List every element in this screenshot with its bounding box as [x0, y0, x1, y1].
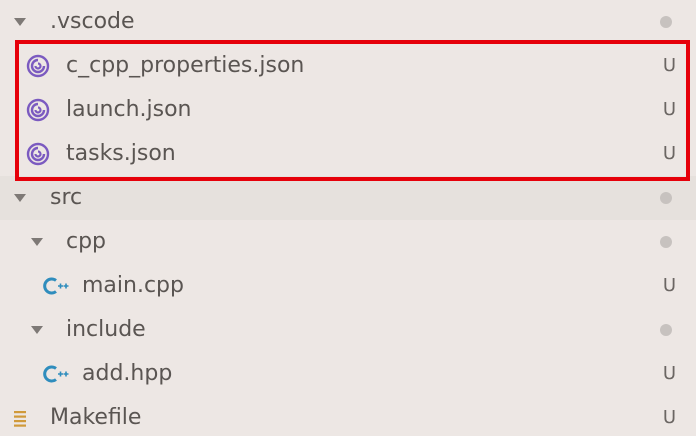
file-label: Makefile — [50, 405, 142, 430]
modified-dot-indicator — [660, 324, 672, 336]
folder-row-src[interactable]: src — [0, 176, 696, 220]
file-row-launch-json[interactable]: launch.json U — [0, 88, 696, 132]
cpp-file-icon — [43, 365, 69, 383]
json-settings-icon — [26, 98, 50, 122]
file-row-tasks-json[interactable]: tasks.json U — [0, 132, 696, 176]
folder-row-vscode[interactable]: .vscode — [0, 0, 696, 44]
git-status-untracked: U — [662, 407, 676, 428]
git-status-untracked: U — [662, 363, 676, 384]
cpp-file-icon — [43, 277, 69, 295]
file-label: tasks.json — [66, 141, 176, 166]
json-settings-icon — [26, 54, 50, 78]
folder-label: cpp — [66, 229, 107, 254]
file-explorer-tree: .vscode c_cpp_properties.json U launch.j… — [0, 0, 696, 436]
file-row-main-cpp[interactable]: main.cpp U — [0, 264, 696, 308]
chevron-down-icon[interactable] — [14, 194, 26, 202]
folder-label: src — [50, 185, 83, 210]
folder-row-include[interactable]: include — [0, 308, 696, 352]
modified-dot-indicator — [660, 16, 672, 28]
folder-label: .vscode — [50, 9, 135, 34]
git-status-untracked: U — [662, 99, 676, 120]
file-row-c-cpp-properties[interactable]: c_cpp_properties.json U — [0, 44, 696, 88]
file-label: c_cpp_properties.json — [66, 53, 305, 78]
folder-label: include — [66, 317, 146, 342]
file-label: add.hpp — [82, 361, 173, 386]
git-status-untracked: U — [662, 55, 676, 76]
file-row-makefile[interactable]: Makefile U — [0, 396, 696, 436]
chevron-down-icon[interactable] — [31, 326, 43, 334]
modified-dot-indicator — [660, 236, 672, 248]
git-status-untracked: U — [662, 275, 676, 296]
file-row-add-hpp[interactable]: add.hpp U — [0, 352, 696, 396]
chevron-down-icon[interactable] — [14, 18, 26, 26]
json-settings-icon — [26, 142, 50, 166]
makefile-icon — [14, 411, 26, 427]
modified-dot-indicator — [660, 192, 672, 204]
chevron-down-icon[interactable] — [31, 238, 43, 246]
file-label: main.cpp — [82, 273, 184, 298]
git-status-untracked: U — [662, 143, 676, 164]
folder-row-cpp[interactable]: cpp — [0, 220, 696, 264]
file-label: launch.json — [66, 97, 192, 122]
